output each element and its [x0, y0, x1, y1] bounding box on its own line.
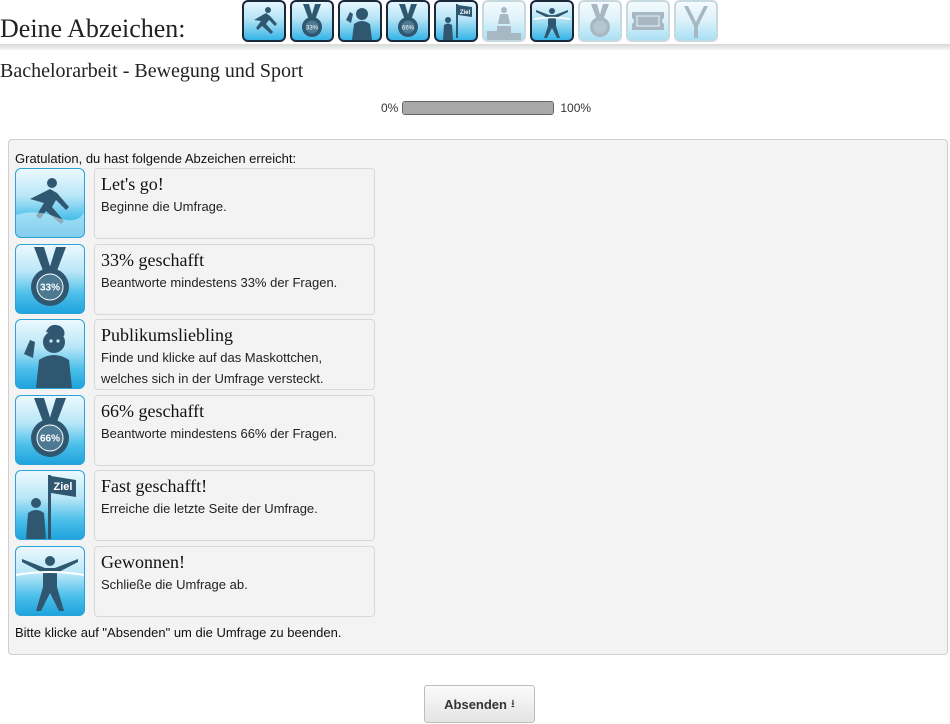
awards-outro-text: Bitte klicke auf "Absenden" um die Umfra…: [15, 625, 342, 640]
awards-intro-text: Gratulation, du hast folgende Abzeichen …: [15, 151, 297, 166]
award-title: Fast geschafft!: [101, 476, 208, 497]
award-title: Gewonnen!: [101, 551, 185, 572]
mini-ziel-text: Ziel: [460, 10, 471, 16]
badge-ticket-icon[interactable]: [626, 0, 670, 42]
award-description: Erreiche die letzte Seite der Umfrage.: [101, 501, 318, 517]
badges-header: Deine Abzeichen: 33% 66% Ziel: [0, 0, 950, 44]
progress-min-label: 0%: [381, 101, 399, 115]
award-card: Let's go! Beginne die Umfrage.: [94, 168, 375, 239]
award-item: Let's go! Beginne die Umfrage.: [15, 168, 377, 239]
badge-runner-start-icon[interactable]: [242, 0, 286, 42]
runner-start-icon: [15, 168, 85, 238]
badge-slingshot-icon[interactable]: [674, 0, 718, 42]
badge-medal-100-icon[interactable]: [578, 0, 622, 42]
award-description: Beantworte mindestens 33% der Fragen.: [101, 274, 338, 290]
badges-header-title: Deine Abzeichen:: [0, 14, 186, 43]
award-card: 33% geschafft Beantworte mindestens 33% …: [94, 243, 375, 315]
survey-title: Bachelorarbeit - Bewegung und Sport: [0, 60, 304, 82]
award-description: Beantworte mindestens 66% der Fragen.: [101, 425, 338, 441]
award-title: 66% geschafft: [101, 400, 205, 421]
badge-ziel-flag-icon[interactable]: Ziel: [434, 0, 478, 42]
medal-33-text: 33%: [40, 282, 60, 293]
award-title: Publikumsliebling: [101, 325, 234, 346]
award-item: 66% 66% geschafft Beantworte mindestens …: [15, 394, 377, 466]
mascot-icon: [15, 319, 85, 390]
badge-mascot-icon[interactable]: [338, 0, 382, 42]
award-card: Publikumsliebling Finde und klicke auf d…: [94, 319, 375, 391]
badge-medal-66-icon[interactable]: 66%: [386, 0, 430, 42]
awards-panel: Gratulation, du hast folgende Abzeichen …: [8, 139, 948, 655]
submit-button-label: Absenden: [444, 696, 507, 712]
award-item: Publikumsliebling Finde und klicke auf d…: [15, 319, 377, 391]
badge-medal-33-icon[interactable]: 33%: [290, 0, 334, 42]
mini-medal-33-text: 33%: [306, 26, 319, 32]
award-title: Let's go!: [101, 174, 164, 194]
badge-strip: 33% 66% Ziel: [242, 0, 718, 42]
award-description: Beginne die Umfrage.: [101, 199, 227, 214]
award-item: 33% 33% geschafft Beantworte mindestens …: [15, 243, 377, 315]
award-description: Schließe die Umfrage ab.: [101, 576, 248, 592]
badge-finish-line-icon[interactable]: [530, 0, 574, 42]
award-item: Gewonnen! Schließe die Umfrage ab.: [15, 545, 377, 617]
award-description: Finde und klicke auf das Maskottchen, we…: [101, 350, 324, 387]
award-list: Let's go! Beginne die Umfrage. 33% 33% g…: [15, 168, 377, 622]
progress-bar-fill: [403, 102, 554, 114]
medal-66-text: 66%: [40, 433, 60, 444]
header-divider: [0, 44, 950, 50]
mini-medal-66-text: 66%: [402, 26, 415, 32]
award-item: Ziel Fast geschafft! Erreiche die letzte…: [15, 470, 377, 542]
download-arrow-icon: ⭳: [510, 697, 515, 710]
medal-33-icon: 33%: [15, 243, 85, 314]
award-card: Fast geschafft! Erreiche die letzte Seit…: [94, 470, 375, 542]
medal-66-icon: 66%: [15, 394, 85, 465]
award-title: 33% geschafft: [101, 249, 205, 270]
badge-podium-icon[interactable]: [482, 0, 526, 42]
progress-bar: [402, 101, 555, 115]
finish-line-icon: [15, 545, 85, 616]
ziel-flag-icon: Ziel: [15, 470, 85, 541]
award-card: Gewonnen! Schließe die Umfrage ab.: [94, 545, 375, 617]
progress-indicator: 0% 100%: [381, 101, 591, 115]
progress-max-label: 100%: [560, 101, 592, 115]
award-card: 66% geschafft Beantworte mindestens 66% …: [94, 394, 375, 466]
ziel-flag-text: Ziel: [54, 481, 73, 493]
submit-button[interactable]: Absenden ⭳: [424, 685, 535, 723]
